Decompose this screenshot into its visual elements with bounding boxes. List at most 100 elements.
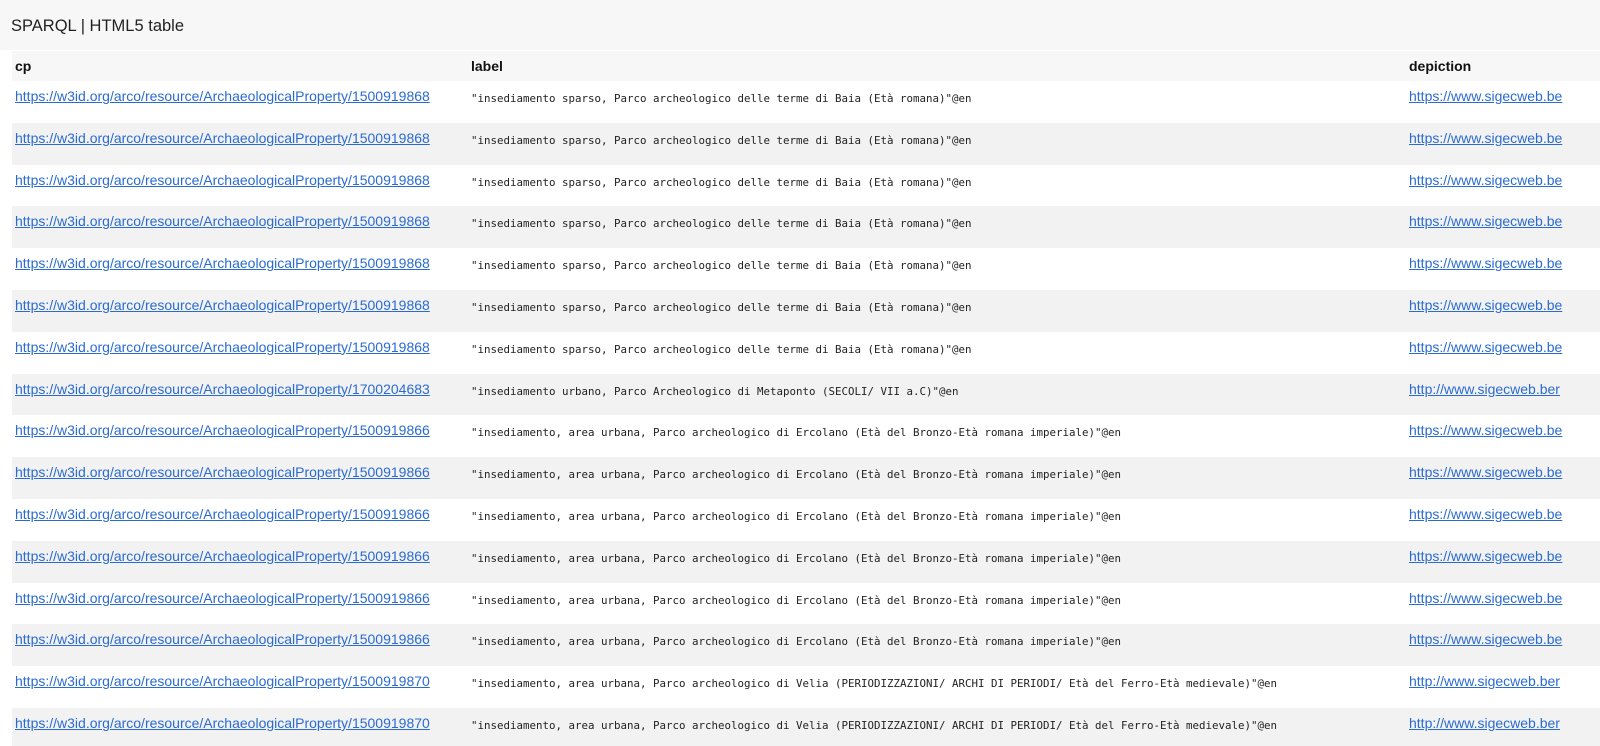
cp-link[interactable]: https://w3id.org/arco/resource/Archaeolo… <box>15 548 430 564</box>
cp-link[interactable]: https://w3id.org/arco/resource/Archaeolo… <box>15 130 430 146</box>
table-row: https://w3id.org/arco/resource/Archaeolo… <box>12 498 1600 541</box>
cp-cell: https://w3id.org/arco/resource/Archaeolo… <box>12 583 468 625</box>
table-row: https://w3id.org/arco/resource/Archaeolo… <box>12 666 1600 708</box>
cp-cell: https://w3id.org/arco/resource/Archaeolo… <box>12 415 468 457</box>
cp-link[interactable]: https://w3id.org/arco/resource/Archaeolo… <box>15 88 430 104</box>
cp-cell: https://w3id.org/arco/resource/Archaeolo… <box>12 708 468 746</box>
table-header: cp label depiction <box>12 51 1600 81</box>
cp-cell: https://w3id.org/arco/resource/Archaeolo… <box>12 290 468 332</box>
cp-link[interactable]: https://w3id.org/arco/resource/Archaeolo… <box>15 255 430 271</box>
cp-cell: https://w3id.org/arco/resource/Archaeolo… <box>12 248 468 290</box>
depiction-cell: http://www.sigecweb.ber <box>1406 708 1600 746</box>
depiction-cell: https://www.sigecweb.be <box>1406 206 1600 248</box>
label-text: "insediamento, area urbana, Parco archeo… <box>471 718 1278 732</box>
label-cell: "insediamento, area urbana, Parco archeo… <box>468 583 1406 625</box>
label-cell: "insediamento, area urbana, Parco archeo… <box>468 541 1406 583</box>
depiction-link[interactable]: https://www.sigecweb.be <box>1409 422 1562 438</box>
label-text: "insediamento sparso, Parco archeologico… <box>471 92 972 105</box>
label-text: "insediamento sparso, Parco archeologico… <box>471 259 972 273</box>
cp-link[interactable]: https://w3id.org/arco/resource/Archaeolo… <box>15 172 430 188</box>
depiction-link[interactable]: https://www.sigecweb.be <box>1409 213 1562 229</box>
cp-cell: https://w3id.org/arco/resource/Archaeolo… <box>12 541 468 583</box>
table-row: https://w3id.org/arco/resource/Archaeolo… <box>12 164 1600 207</box>
label-text: "insediamento, area urbana, Parco archeo… <box>471 593 1122 607</box>
label-cell: "insediamento, area urbana, Parco archeo… <box>468 499 1406 541</box>
results-table: cp label depiction https://w3id.org/arco… <box>12 51 1600 746</box>
depiction-cell: https://www.sigecweb.be <box>1406 583 1600 625</box>
cp-link[interactable]: https://w3id.org/arco/resource/Archaeolo… <box>15 673 430 689</box>
depiction-link[interactable]: https://www.sigecweb.be <box>1409 88 1562 104</box>
cp-cell: https://w3id.org/arco/resource/Archaeolo… <box>12 123 468 165</box>
depiction-cell: https://www.sigecweb.be <box>1406 123 1600 165</box>
label-text: "insediamento, area urbana, Parco archeo… <box>471 468 1122 482</box>
depiction-link[interactable]: http://www.sigecweb.ber <box>1409 715 1560 731</box>
table-body: https://w3id.org/arco/resource/Archaeolo… <box>12 81 1600 746</box>
cp-link[interactable]: https://w3id.org/arco/resource/Archaeolo… <box>15 590 430 606</box>
depiction-link[interactable]: https://www.sigecweb.be <box>1409 172 1562 188</box>
table-row: https://w3id.org/arco/resource/Archaeolo… <box>12 624 1600 667</box>
cp-cell: https://w3id.org/arco/resource/Archaeolo… <box>12 666 468 708</box>
page: SPARQL | HTML5 table cp label depiction … <box>0 0 1600 746</box>
table-row: https://w3id.org/arco/resource/Archaeolo… <box>12 415 1600 458</box>
label-cell: "insediamento sparso, Parco archeologico… <box>468 332 1406 374</box>
cp-cell: https://w3id.org/arco/resource/Archaeolo… <box>12 624 468 666</box>
label-text: "insediamento, area urbana, Parco archeo… <box>471 635 1122 649</box>
cp-link[interactable]: https://w3id.org/arco/resource/Archaeolo… <box>15 422 430 438</box>
table-row: https://w3id.org/arco/resource/Archaeolo… <box>12 206 1600 249</box>
cp-cell: https://w3id.org/arco/resource/Archaeolo… <box>12 332 468 374</box>
table-row: https://w3id.org/arco/resource/Archaeolo… <box>12 81 1600 123</box>
header-row: cp label depiction <box>12 51 1600 81</box>
cp-link[interactable]: https://w3id.org/arco/resource/Archaeolo… <box>15 213 430 229</box>
label-cell: "insediamento sparso, Parco archeologico… <box>468 123 1406 165</box>
depiction-link[interactable]: http://www.sigecweb.ber <box>1409 381 1560 397</box>
cp-link[interactable]: https://w3id.org/arco/resource/Archaeolo… <box>15 631 430 647</box>
cp-cell: https://w3id.org/arco/resource/Archaeolo… <box>12 457 468 499</box>
depiction-link[interactable]: https://www.sigecweb.be <box>1409 297 1562 313</box>
label-cell: "insediamento urbano, Parco Archeologico… <box>468 374 1406 416</box>
cp-link[interactable]: https://w3id.org/arco/resource/Archaeolo… <box>15 381 430 397</box>
depiction-cell: https://www.sigecweb.be <box>1406 541 1600 583</box>
label-text: "insediamento sparso, Parco archeologico… <box>471 300 972 314</box>
depiction-cell: https://www.sigecweb.be <box>1406 624 1600 666</box>
label-text: "insediamento urbano, Parco Archeologico… <box>471 384 959 398</box>
depiction-link[interactable]: https://www.sigecweb.be <box>1409 339 1562 355</box>
cp-link[interactable]: https://w3id.org/arco/resource/Archaeolo… <box>15 297 430 313</box>
table-row: https://w3id.org/arco/resource/Archaeolo… <box>12 331 1600 374</box>
depiction-cell: https://www.sigecweb.be <box>1406 81 1600 123</box>
depiction-cell: https://www.sigecweb.be <box>1406 499 1600 541</box>
cp-link[interactable]: https://w3id.org/arco/resource/Archaeolo… <box>15 506 430 522</box>
table-row: https://w3id.org/arco/resource/Archaeolo… <box>12 707 1600 746</box>
cp-link[interactable]: https://w3id.org/arco/resource/Archaeolo… <box>15 464 430 480</box>
column-header-cp: cp <box>15 58 32 74</box>
cp-link[interactable]: https://w3id.org/arco/resource/Archaeolo… <box>15 715 430 731</box>
depiction-link[interactable]: https://www.sigecweb.be <box>1409 590 1562 606</box>
depiction-cell: https://www.sigecweb.be <box>1406 332 1600 374</box>
cp-cell: https://w3id.org/arco/resource/Archaeolo… <box>12 165 468 207</box>
depiction-link[interactable]: https://www.sigecweb.be <box>1409 506 1562 522</box>
label-text: "insediamento, area urbana, Parco archeo… <box>471 426 1122 440</box>
table-row: https://w3id.org/arco/resource/Archaeolo… <box>12 289 1600 332</box>
label-cell: "insediamento sparso, Parco archeologico… <box>468 165 1406 207</box>
label-text: "insediamento sparso, Parco archeologico… <box>471 342 972 356</box>
cp-link[interactable]: https://w3id.org/arco/resource/Archaeolo… <box>15 339 430 355</box>
depiction-link[interactable]: https://www.sigecweb.be <box>1409 631 1562 647</box>
results-table-container[interactable]: cp label depiction https://w3id.org/arco… <box>12 51 1600 746</box>
table-row: https://w3id.org/arco/resource/Archaeolo… <box>12 373 1600 416</box>
label-cell: "insediamento, area urbana, Parco archeo… <box>468 708 1406 746</box>
depiction-link[interactable]: https://www.sigecweb.be <box>1409 548 1562 564</box>
label-cell: "insediamento sparso, Parco archeologico… <box>468 81 1406 123</box>
cp-cell: https://w3id.org/arco/resource/Archaeolo… <box>12 374 468 416</box>
depiction-cell: https://www.sigecweb.be <box>1406 457 1600 499</box>
table-row: https://w3id.org/arco/resource/Archaeolo… <box>12 248 1600 290</box>
depiction-link[interactable]: https://www.sigecweb.be <box>1409 255 1562 271</box>
depiction-link[interactable]: https://www.sigecweb.be <box>1409 464 1562 480</box>
label-cell: "insediamento sparso, Parco archeologico… <box>468 206 1406 248</box>
depiction-link[interactable]: http://www.sigecweb.ber <box>1409 673 1560 689</box>
table-row: https://w3id.org/arco/resource/Archaeolo… <box>12 457 1600 499</box>
page-title: SPARQL | HTML5 table <box>11 17 185 35</box>
depiction-cell: https://www.sigecweb.be <box>1406 290 1600 332</box>
depiction-link[interactable]: https://www.sigecweb.be <box>1409 130 1562 146</box>
label-text: "insediamento, area urbana, Parco archeo… <box>471 551 1122 565</box>
label-cell: "insediamento, area urbana, Parco archeo… <box>468 415 1406 457</box>
label-cell: "insediamento, area urbana, Parco archeo… <box>468 666 1406 708</box>
